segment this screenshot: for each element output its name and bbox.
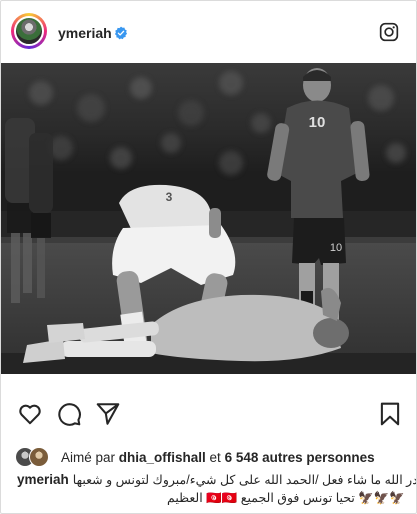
- post-header: ymeriah: [1, 1, 416, 63]
- caption-text-line1: قدر الله ما شاء فعل /الحمد الله على كل ش…: [72, 473, 417, 487]
- avatar[interactable]: [29, 447, 49, 467]
- heart-icon[interactable]: [17, 401, 43, 427]
- bookmark-icon[interactable]: [377, 401, 403, 427]
- send-icon[interactable]: [95, 401, 121, 427]
- caption: ymeriah قدر الله ما شاء فعل /الحمد الله …: [17, 471, 416, 507]
- verified-badge-icon: [114, 26, 128, 40]
- avatar[interactable]: [14, 16, 44, 46]
- story-ring[interactable]: [11, 13, 47, 49]
- jersey-number: 3: [166, 190, 173, 204]
- post-photo[interactable]: 10 10 3: [1, 63, 416, 374]
- liker-username[interactable]: dhia_offishall: [119, 450, 206, 465]
- likes-line: Aimé par dhia_offishall et 6 548 autres …: [15, 446, 375, 468]
- comment-icon[interactable]: [56, 401, 82, 427]
- instagram-post: ymeriah 10 10 3 Aimé par dhia_offishall …: [0, 0, 417, 514]
- football-photo: 10 10 3: [1, 63, 416, 374]
- likes-prefix: Aimé par: [61, 449, 119, 465]
- shorts-number: 10: [330, 242, 342, 254]
- likes-middle: et: [205, 449, 225, 465]
- caption-username[interactable]: ymeriah: [17, 471, 69, 489]
- jersey-number: 10: [309, 114, 326, 131]
- username[interactable]: ymeriah: [58, 25, 112, 41]
- instagram-icon[interactable]: [379, 22, 399, 42]
- liker-avatars[interactable]: [15, 446, 53, 468]
- action-bar: [1, 401, 416, 435]
- likes-count[interactable]: 6 548 autres personnes: [225, 450, 375, 465]
- caption-text-line2: 🦅🦅🦅 تحيا تونس فوق الجميع 🇹🇳🇹🇳 العظيم: [167, 491, 405, 505]
